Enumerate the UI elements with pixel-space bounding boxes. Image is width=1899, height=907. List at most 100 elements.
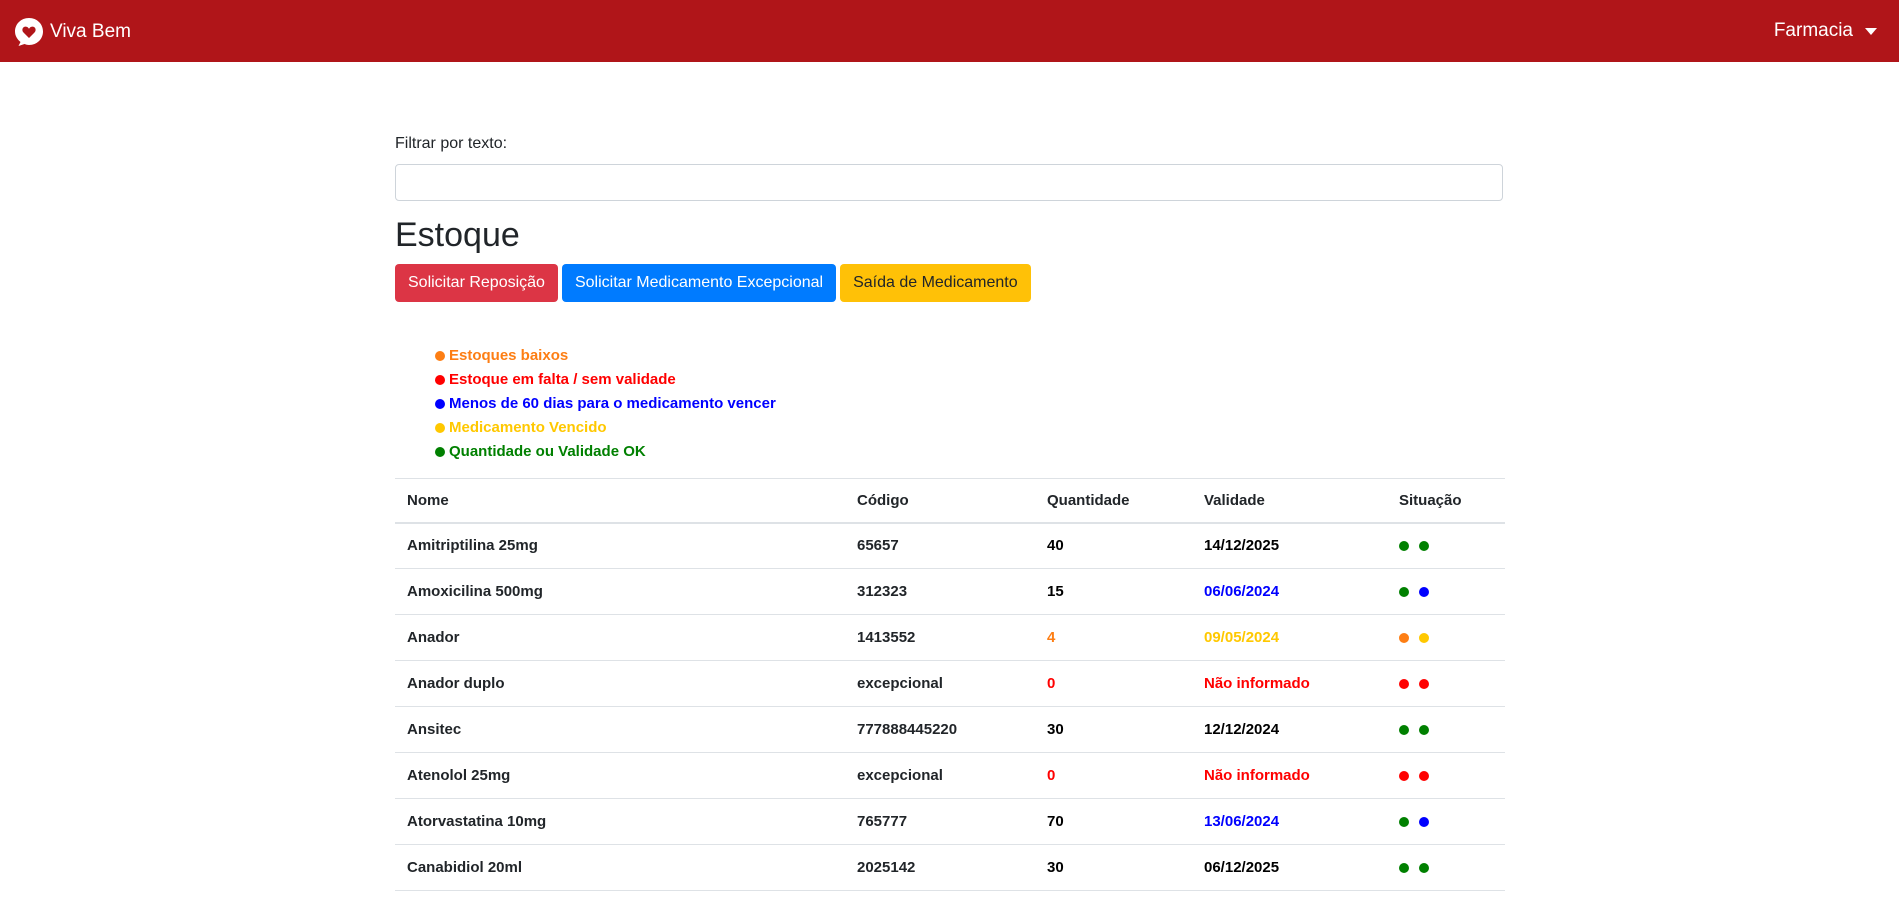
request-exceptional-button[interactable]: Solicitar Medicamento Excepcional	[561, 264, 837, 302]
status-dot-icon	[1399, 724, 1409, 735]
status-dot-icon	[1419, 632, 1429, 643]
heart-chat-icon	[14, 17, 44, 47]
farmacia-dropdown[interactable]: Farmacia	[1774, 20, 1877, 42]
blue-dot-icon	[435, 399, 445, 409]
table-row: Atenolol 25mg excepcional 0 Não informado	[395, 752, 1505, 799]
cell-name: Anador	[395, 614, 845, 661]
table-row: Canabidiol 20ml 2025142 30 06/12/2025	[395, 844, 1505, 891]
status-dot-icon	[1419, 586, 1429, 597]
cell-quantity: 15	[1035, 568, 1192, 615]
orange-dot-icon	[435, 351, 445, 361]
brand-name: Viva Bem	[50, 21, 131, 42]
table-row: Anador 1413552 4 09/05/2024	[395, 614, 1505, 661]
cell-validity: 14/12/2025	[1192, 522, 1387, 569]
cell-code: 1413552	[845, 614, 1035, 661]
medication-exit-button[interactable]: Saída de Medicamento	[840, 264, 1031, 302]
column-header-validity: Validade	[1192, 478, 1387, 524]
cell-status	[1387, 614, 1505, 661]
status-dot-icon	[1399, 586, 1409, 597]
status-dot-icon	[1419, 724, 1429, 735]
cell-validity: 13/06/2024	[1192, 798, 1387, 845]
status-dot-icon	[1399, 862, 1409, 873]
cell-validity: 06/12/2025	[1192, 844, 1387, 891]
table-body: Amitriptilina 25mg 65657 40 14/12/2025 Amoxi…	[395, 522, 1505, 891]
status-dot-icon	[1399, 678, 1409, 689]
cell-name: Anador duplo	[395, 660, 845, 707]
navbar: Viva Bem Farmacia	[0, 0, 1899, 62]
cell-quantity: 4	[1035, 614, 1192, 661]
legend-item-expired: Medicamento Vencido	[435, 416, 776, 440]
cell-validity: Não informado	[1192, 660, 1387, 707]
cell-validity: 06/06/2024	[1192, 568, 1387, 615]
filter-label: Filtrar por texto:	[395, 135, 508, 152]
status-dot-icon	[1419, 678, 1429, 689]
status-legend: Estoques baixos Estoque em falta / sem v…	[435, 344, 776, 464]
cell-status	[1387, 844, 1505, 891]
status-dot-icon	[1399, 770, 1409, 781]
table-row: Ansitec 777888445220 30 12/12/2024	[395, 706, 1505, 753]
stock-table: Nome Código Quantidade Validade Situação…	[395, 478, 1505, 891]
yellow-dot-icon	[435, 423, 445, 433]
cell-quantity: 30	[1035, 844, 1192, 891]
cell-name: Ansitec	[395, 706, 845, 753]
column-header-name: Nome	[395, 478, 845, 524]
cell-status	[1387, 522, 1505, 569]
legend-label: Quantidade ou Validade OK	[449, 443, 646, 460]
cell-status	[1387, 706, 1505, 753]
page-title: Estoque	[395, 216, 520, 254]
column-header-code: Código	[845, 478, 1035, 524]
caret-down-icon	[1865, 27, 1877, 35]
table-row: Anador duplo excepcional 0 Não informado	[395, 660, 1505, 707]
cell-code: 765777	[845, 798, 1035, 845]
cell-code: 65657	[845, 522, 1035, 569]
status-dot-icon	[1419, 770, 1429, 781]
cell-name: Amitriptilina 25mg	[395, 522, 845, 569]
legend-label: Estoques baixos	[449, 347, 569, 364]
filter-input[interactable]	[395, 164, 1503, 201]
farmacia-dropdown-label: Farmacia	[1773, 20, 1853, 41]
legend-item-expiring-soon: Menos de 60 dias para o medicamento venc…	[435, 392, 776, 416]
red-dot-icon	[435, 375, 445, 385]
status-dot-icon	[1419, 540, 1429, 551]
cell-code: excepcional	[845, 752, 1035, 799]
legend-item-low-stock: Estoques baixos	[435, 344, 776, 368]
action-buttons: Solicitar Reposição Solicitar Medicament…	[395, 264, 1035, 302]
status-dot-icon	[1399, 632, 1409, 643]
legend-label: Medicamento Vencido	[449, 419, 607, 436]
cell-name: Atenolol 25mg	[395, 752, 845, 799]
cell-name: Amoxicilina 500mg	[395, 568, 845, 615]
column-header-status: Situação	[1387, 478, 1505, 524]
cell-status	[1387, 660, 1505, 707]
cell-quantity: 0	[1035, 660, 1192, 707]
brand-link[interactable]: Viva Bem	[14, 16, 131, 48]
status-dot-icon	[1399, 540, 1409, 551]
cell-code: 312323	[845, 568, 1035, 615]
request-restock-button[interactable]: Solicitar Reposição	[395, 264, 558, 302]
table-row: Amoxicilina 500mg 312323 15 06/06/2024	[395, 568, 1505, 615]
legend-item-ok: Quantidade ou Validade OK	[435, 440, 776, 464]
cell-name: Atorvastatina 10mg	[395, 798, 845, 845]
cell-quantity: 30	[1035, 706, 1192, 753]
cell-status	[1387, 798, 1505, 845]
green-dot-icon	[435, 447, 445, 457]
cell-quantity: 70	[1035, 798, 1192, 845]
cell-validity: 09/05/2024	[1192, 614, 1387, 661]
status-dot-icon	[1419, 862, 1429, 873]
cell-validity: Não informado	[1192, 752, 1387, 799]
cell-code: 777888445220	[845, 706, 1035, 753]
cell-status	[1387, 568, 1505, 615]
status-dot-icon	[1399, 816, 1409, 827]
cell-code: 2025142	[845, 844, 1035, 891]
cell-code: excepcional	[845, 660, 1035, 707]
legend-item-out-of-stock: Estoque em falta / sem validade	[435, 368, 776, 392]
table-row: Amitriptilina 25mg 65657 40 14/12/2025	[395, 522, 1505, 569]
cell-quantity: 0	[1035, 752, 1192, 799]
status-dot-icon	[1419, 816, 1429, 827]
cell-quantity: 40	[1035, 522, 1192, 569]
cell-validity: 12/12/2024	[1192, 706, 1387, 753]
cell-name: Canabidiol 20ml	[395, 844, 845, 891]
table-row: Atorvastatina 10mg 765777 70 13/06/2024	[395, 798, 1505, 845]
legend-label: Estoque em falta / sem validade	[449, 371, 676, 388]
legend-label: Menos de 60 dias para o medicamento venc…	[449, 395, 776, 412]
cell-status	[1387, 752, 1505, 799]
